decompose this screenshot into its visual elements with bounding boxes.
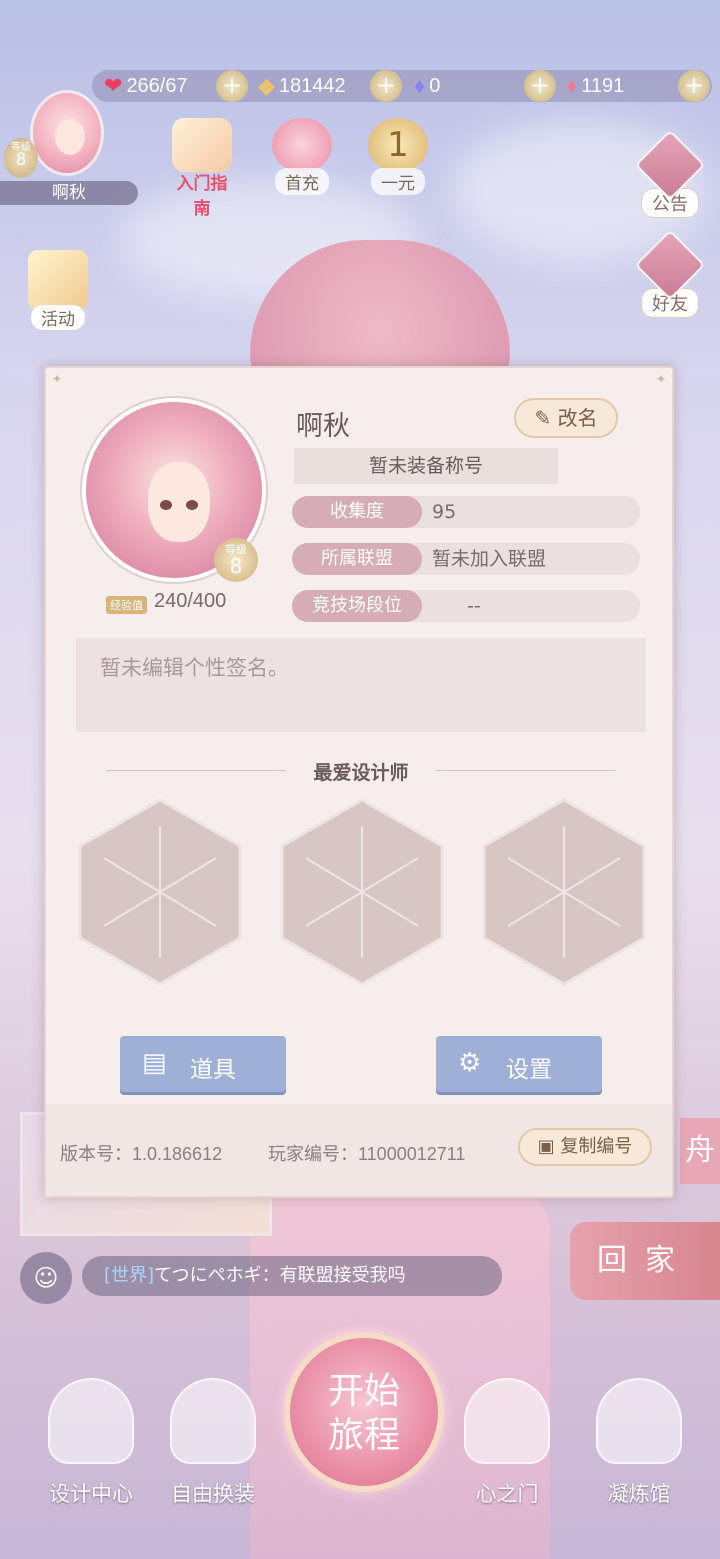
diamond-display: ♦ 0	[414, 70, 440, 102]
guide-label: 入门指南	[176, 174, 228, 219]
guide-icon	[172, 118, 232, 172]
designer-slot[interactable]	[480, 796, 648, 988]
favorite-designers-title: 最爱设计师	[313, 762, 409, 784]
add-pink-diamond-button[interactable]: +	[678, 70, 710, 102]
activity-button[interactable]: 活动	[22, 250, 94, 330]
designer-slot[interactable]	[76, 796, 244, 988]
free-dressup-label: 自由换装	[171, 1482, 255, 1506]
gift-box-icon	[28, 250, 88, 310]
heart-icon: ❤	[104, 73, 123, 98]
heart-gate-icon	[464, 1378, 550, 1464]
title-status[interactable]: 暂未装备称号	[294, 448, 558, 484]
stamina-display: ❤ 266/67	[104, 70, 188, 102]
sewing-machine-icon	[48, 1378, 134, 1464]
side-tab-partial[interactable]: 舟	[680, 1118, 720, 1184]
level-badge: 等级 8	[4, 138, 38, 178]
refinery-button[interactable]: 凝炼馆	[584, 1378, 694, 1508]
add-stamina-button[interactable]: +	[216, 70, 248, 102]
gear-icon: ⚙	[458, 1048, 482, 1078]
mirror-icon	[170, 1378, 256, 1464]
world-chat-bar[interactable]: [世界]てつにぺホギ：有联盟接受我吗	[82, 1256, 502, 1296]
alliance-row: 所属联盟 暂未加入联盟	[292, 543, 640, 575]
design-center-button[interactable]: 设计中心	[36, 1378, 146, 1508]
profile-level-badge: 等级 8	[214, 538, 258, 582]
coin-gift-icon: 1	[368, 118, 428, 172]
beginner-guide-button[interactable]: 入门指南	[162, 118, 242, 220]
design-center-label: 设计中心	[49, 1482, 133, 1506]
box-icon: ▤	[142, 1048, 167, 1078]
first-charge-button[interactable]: 首充	[262, 118, 342, 195]
arena-key: 竞技场段位	[292, 590, 422, 622]
diamond-value: 0	[429, 74, 441, 97]
copy-icon: ▣	[537, 1136, 555, 1157]
arena-value: --	[467, 595, 481, 617]
start-journey-button[interactable]: 开始 旅程	[284, 1332, 444, 1492]
corner-ornament: ✦	[655, 372, 666, 386]
profile-name: 啊秋	[296, 411, 350, 442]
edit-icon: ✎	[534, 406, 552, 430]
items-label: 道具	[190, 1057, 236, 1083]
first-charge-label: 首充	[275, 168, 329, 195]
gold-value: 181442	[278, 74, 346, 97]
chat-message: てつにぺホギ：有联盟接受我吗	[154, 1265, 406, 1286]
one-yuan-button[interactable]: 1 一元	[358, 118, 438, 195]
refinery-label: 凝炼馆	[607, 1482, 671, 1506]
clock-icon	[596, 1378, 682, 1464]
divider	[436, 770, 616, 771]
profile-level-value: 8	[229, 554, 243, 578]
rename-label: 改名	[557, 406, 598, 430]
chat-bubble-icon[interactable]: ☺	[20, 1252, 72, 1304]
start-line1: 开始	[327, 1371, 400, 1412]
collection-row: 收集度 95	[292, 496, 640, 528]
heart-gate-label: 心之门	[475, 1482, 539, 1506]
notice-button[interactable]: 公告	[634, 129, 706, 218]
pink-diamond-icon: ♦	[566, 73, 578, 98]
signature-field[interactable]: 暂未编辑个性签名。	[76, 638, 646, 732]
modal-footer: 版本号：1.0.186612 玩家编号：11000012711 ▣ 复制编号	[46, 1104, 672, 1196]
copy-id-button[interactable]: ▣ 复制编号	[518, 1128, 652, 1166]
one-yuan-label: 一元	[371, 168, 425, 195]
settings-label: 设置	[506, 1057, 552, 1083]
gold-display: ◆ 181442	[258, 70, 346, 102]
items-button[interactable]: ▤ 道具	[120, 1036, 286, 1092]
home-button[interactable]: 回家	[570, 1222, 720, 1300]
corner-ornament: ✦	[52, 372, 63, 386]
alliance-key: 所属联盟	[292, 543, 422, 575]
player-id-text: 玩家编号：11000012711	[268, 1144, 466, 1164]
arena-row: 竞技场段位 --	[292, 590, 640, 622]
profile-modal: ✦ ✦ ✦ ✦ 等级 8 经验值 240/400 啊秋 ✎ 改名 暂未装备称号 …	[44, 366, 674, 1198]
rename-button[interactable]: ✎ 改名	[514, 398, 618, 438]
exp-tag: 经验值	[106, 596, 147, 614]
player-avatar[interactable]	[30, 90, 104, 176]
pink-diamond-value: 1191	[581, 74, 625, 97]
collection-value: 95	[432, 501, 457, 523]
copy-id-label: 复制编号	[560, 1136, 633, 1157]
level-value: 8	[15, 150, 27, 170]
friends-button[interactable]: 好友	[634, 229, 706, 318]
activity-label: 活动	[31, 305, 85, 330]
flower-icon	[272, 118, 332, 172]
cat-coin-icon: ◆	[258, 73, 275, 98]
alliance-value: 暂未加入联盟	[432, 548, 547, 570]
settings-button[interactable]: ⚙ 设置	[436, 1036, 602, 1092]
version-text: 版本号：1.0.186612	[60, 1144, 223, 1164]
exp-value: 240/400	[154, 590, 227, 612]
diamond-icon: ♦	[414, 73, 426, 98]
add-diamond-button[interactable]: +	[524, 70, 556, 102]
pink-diamond-display: ♦ 1191	[566, 70, 624, 102]
free-dressup-button[interactable]: 自由换装	[158, 1378, 268, 1508]
add-gold-button[interactable]: +	[370, 70, 402, 102]
chat-channel: [世界]	[104, 1265, 155, 1286]
player-name: 啊秋	[0, 181, 138, 205]
start-line2: 旅程	[327, 1415, 400, 1456]
designer-slot[interactable]	[278, 796, 446, 988]
heart-gate-button[interactable]: 心之门	[452, 1378, 562, 1508]
stamina-value: 266/67	[126, 74, 188, 97]
collection-key: 收集度	[292, 496, 422, 528]
